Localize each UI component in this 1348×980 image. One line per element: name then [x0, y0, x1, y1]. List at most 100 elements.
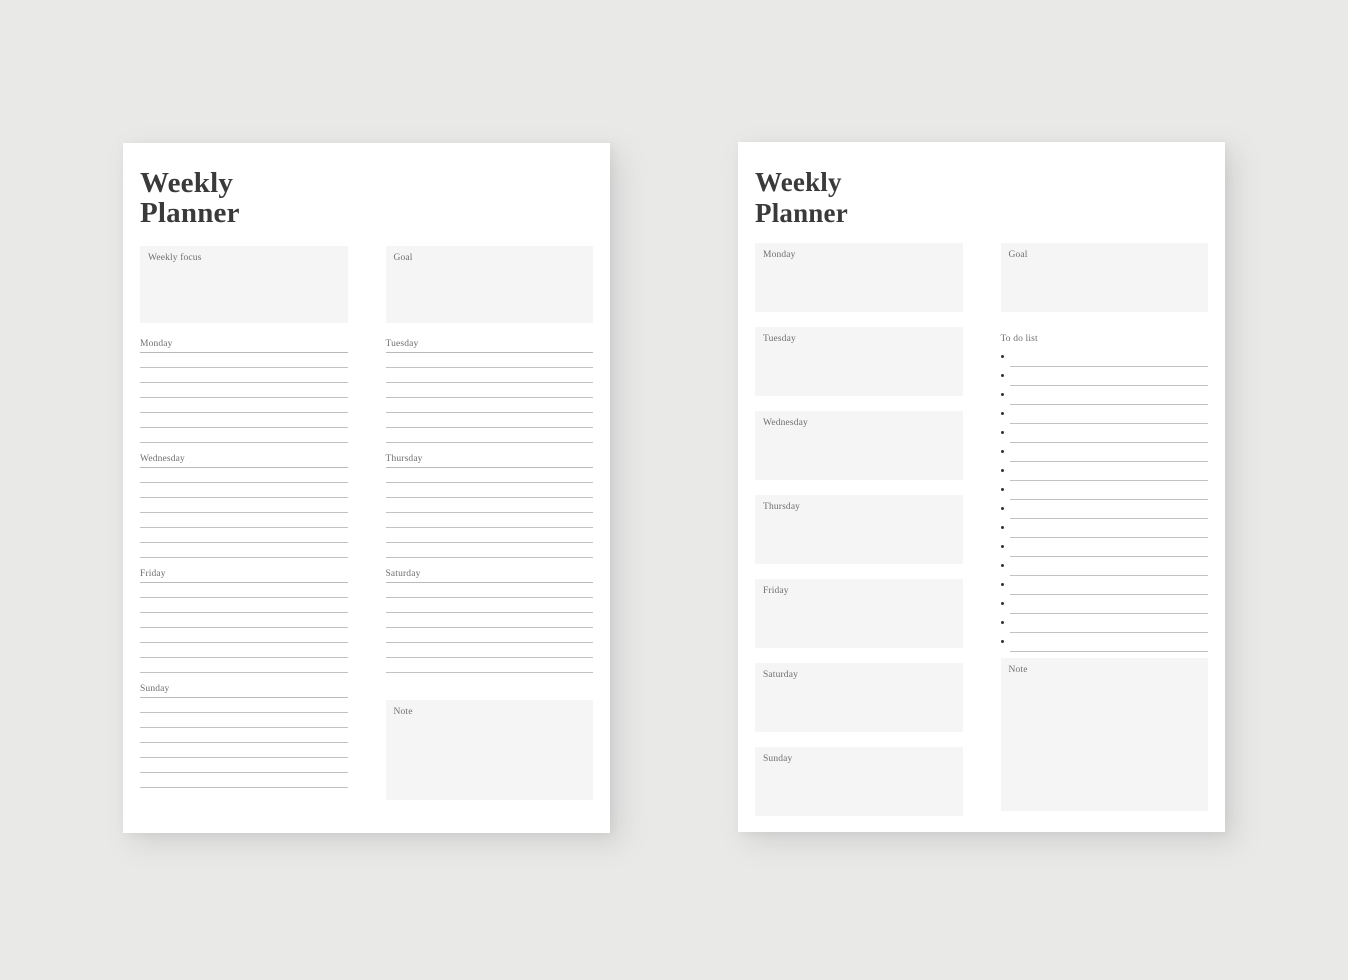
rule-line[interactable]: [385, 598, 593, 613]
rule-line[interactable]: [385, 398, 593, 413]
bullet-icon: [1000, 386, 1010, 405]
rule-line[interactable]: [140, 613, 348, 628]
rule-line[interactable]: [140, 698, 348, 713]
day-box-wednesday[interactable]: Wednesday: [755, 411, 963, 480]
rule-line[interactable]: [140, 598, 348, 613]
todo-list-label: To do list: [1000, 334, 1038, 344]
day-rules-saturday: [385, 583, 593, 673]
todo-item-line[interactable]: [1009, 481, 1208, 500]
todo-item-line[interactable]: [1009, 614, 1208, 633]
todo-item[interactable]: [1000, 367, 1208, 386]
rule-line[interactable]: [385, 543, 593, 558]
rule-line[interactable]: [140, 498, 348, 513]
rule-line[interactable]: [140, 643, 348, 658]
todo-item-line[interactable]: [1009, 405, 1208, 424]
todo-item-line[interactable]: [1009, 538, 1208, 557]
todo-item-line[interactable]: [1009, 443, 1208, 462]
todo-item[interactable]: [1000, 405, 1208, 424]
rule-line[interactable]: [385, 383, 593, 398]
todo-item[interactable]: [1000, 595, 1208, 614]
todo-item-line[interactable]: [1009, 595, 1208, 614]
todo-item-line[interactable]: [1009, 519, 1208, 538]
rule-line[interactable]: [140, 483, 348, 498]
rule-line[interactable]: [385, 613, 593, 628]
todo-item[interactable]: [1000, 538, 1208, 557]
rule-line[interactable]: [140, 743, 348, 758]
rule-line[interactable]: [140, 658, 348, 673]
todo-item-line[interactable]: [1009, 348, 1208, 367]
todo-item-line[interactable]: [1009, 424, 1208, 443]
note-box-right[interactable]: Note: [1000, 658, 1208, 811]
goal-box-left[interactable]: Goal: [385, 246, 593, 323]
day-box-tuesday[interactable]: Tuesday: [755, 327, 963, 396]
rule-line[interactable]: [385, 498, 593, 513]
rule-line[interactable]: [140, 543, 348, 558]
rule-line[interactable]: [140, 398, 348, 413]
todo-item-line[interactable]: [1009, 462, 1208, 481]
rule-line[interactable]: [385, 528, 593, 543]
todo-item[interactable]: [1000, 386, 1208, 405]
rule-line[interactable]: [140, 428, 348, 443]
rule-line[interactable]: [140, 353, 348, 368]
day-section-sunday: Sunday: [140, 684, 348, 788]
todo-item-line[interactable]: [1009, 576, 1208, 595]
rule-line[interactable]: [140, 413, 348, 428]
todo-item[interactable]: [1000, 576, 1208, 595]
rule-line[interactable]: [385, 468, 593, 483]
todo-item[interactable]: [1000, 481, 1208, 500]
todo-item-line[interactable]: [1009, 500, 1208, 519]
rule-line[interactable]: [385, 413, 593, 428]
todo-item[interactable]: [1000, 424, 1208, 443]
todo-item-line[interactable]: [1009, 557, 1208, 576]
rule-line[interactable]: [140, 468, 348, 483]
rule-line[interactable]: [140, 583, 348, 598]
rule-line[interactable]: [385, 658, 593, 673]
day-box-friday[interactable]: Friday: [755, 579, 963, 648]
rule-line[interactable]: [140, 728, 348, 743]
day-box-thursday[interactable]: Thursday: [755, 495, 963, 564]
day-label-monday: Monday: [140, 339, 348, 353]
rule-line[interactable]: [140, 628, 348, 643]
rule-line[interactable]: [140, 513, 348, 528]
bullet-icon: [1000, 633, 1010, 652]
rule-line[interactable]: [385, 628, 593, 643]
day-rules-friday: [140, 583, 348, 673]
rule-line[interactable]: [385, 483, 593, 498]
rule-line[interactable]: [140, 528, 348, 543]
rule-line[interactable]: [140, 368, 348, 383]
rule-line[interactable]: [385, 513, 593, 528]
day-box-saturday[interactable]: Saturday: [755, 663, 963, 732]
rule-line[interactable]: [140, 758, 348, 773]
todo-item[interactable]: [1000, 614, 1208, 633]
rule-line[interactable]: [385, 643, 593, 658]
day-rules-tuesday: [385, 353, 593, 443]
goal-label-right: Goal: [1008, 250, 1028, 260]
day-box-monday[interactable]: Monday: [755, 243, 963, 312]
todo-item[interactable]: [1000, 443, 1208, 462]
todo-item-line[interactable]: [1009, 386, 1208, 405]
note-box-left[interactable]: Note: [385, 700, 593, 800]
todo-item[interactable]: [1000, 462, 1208, 481]
todo-item-line[interactable]: [1009, 367, 1208, 386]
todo-item[interactable]: [1000, 348, 1208, 367]
rule-line[interactable]: [385, 353, 593, 368]
day-label-saturday: Saturday: [763, 670, 798, 680]
todo-item[interactable]: [1000, 633, 1208, 652]
todo-item[interactable]: [1000, 519, 1208, 538]
day-section-wednesday: Wednesday: [140, 454, 348, 558]
todo-item[interactable]: [1000, 500, 1208, 519]
day-box-sunday[interactable]: Sunday: [755, 747, 963, 816]
rule-line[interactable]: [140, 773, 348, 788]
rule-line[interactable]: [385, 368, 593, 383]
rule-line[interactable]: [385, 428, 593, 443]
weekly-focus-box[interactable]: Weekly focus: [140, 246, 348, 323]
bullet-icon: [1000, 595, 1010, 614]
rule-line[interactable]: [140, 383, 348, 398]
rule-line[interactable]: [385, 583, 593, 598]
day-label-sunday: Sunday: [140, 684, 348, 698]
todo-item[interactable]: [1000, 557, 1208, 576]
rule-line[interactable]: [140, 713, 348, 728]
day-label-friday: Friday: [140, 569, 348, 583]
todo-item-line[interactable]: [1009, 633, 1208, 652]
goal-box-right[interactable]: Goal: [1000, 243, 1208, 312]
